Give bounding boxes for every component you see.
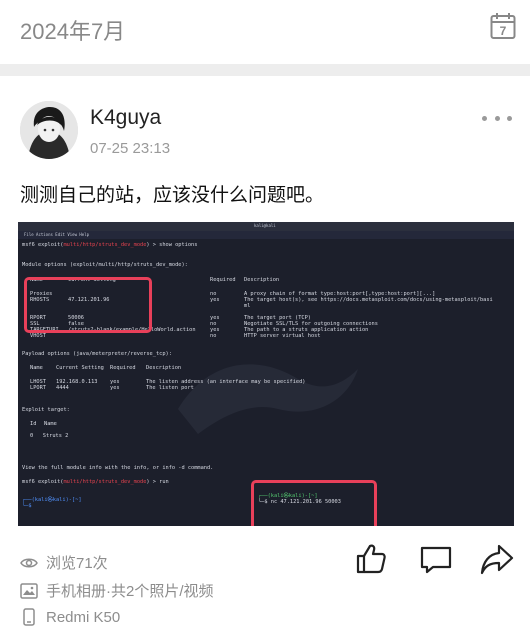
payload-col-description: Description (146, 365, 182, 371)
terminal-line-kali-prompt2: └─$ (22, 503, 32, 509)
terminal-menubar (18, 231, 514, 239)
more-options-button[interactable] (482, 112, 512, 124)
post-time: 07-25 23:13 (90, 140, 171, 157)
dot-icon (507, 115, 512, 121)
terminal-line-exploit-target: Exploit target: (22, 407, 70, 413)
row-vhost-desc: HTTP server virtual host (244, 333, 321, 339)
post-card: K4guya 07-25 23:13 测测自己的站，应该没什么问题吧。 kali… (0, 76, 530, 639)
row-vhost-required: no (210, 333, 217, 339)
like-icon[interactable] (354, 542, 388, 576)
row-lport-desc: The listen port (146, 385, 194, 391)
target-col-name: Name (44, 421, 57, 427)
col-required: Required (210, 277, 236, 283)
dot-icon (494, 115, 500, 121)
row-rhosts-required: yes (210, 297, 220, 303)
post-text: 测测自己的站，应该没什么问题吧。 (20, 184, 325, 206)
row-rhosts-desc: The target host(s), see https://docs.met… (244, 297, 493, 303)
device-text: Redmi K50 (46, 608, 121, 626)
terminal-window-title: kali@kali (254, 223, 276, 228)
month-header: 2024年7月 7 (0, 0, 530, 64)
kali-dragon-watermark (178, 364, 358, 434)
row-lport-value: 4444 (56, 385, 69, 391)
highlight-box-netcat (251, 480, 377, 526)
col-description: Description (244, 277, 280, 283)
target-row: 0 Struts 2 (30, 433, 69, 439)
row-lport-name: LPORT (30, 385, 46, 391)
calendar-day: 7 (500, 24, 507, 38)
month-title: 2024年7月 (20, 19, 126, 44)
comment-icon[interactable] (419, 542, 453, 576)
device-stat: Redmi K50 (20, 608, 120, 626)
payload-col-name: Name (30, 365, 43, 371)
author-name[interactable]: K4guya (90, 106, 161, 130)
payload-col-current: Current Setting (56, 365, 104, 371)
terminal-menu: File Actions Edit View Help (24, 232, 90, 237)
terminal-line-payload-header: Payload options (java/meterpreter/revers… (22, 351, 172, 357)
album-stat[interactable]: 手机相册·共2个照片/视频 (20, 580, 214, 601)
target-col-id: Id (30, 421, 37, 427)
avatar[interactable] (20, 101, 78, 159)
terminal-line-info: View the full module info with the info,… (22, 465, 214, 471)
dot-icon (482, 115, 487, 121)
image-icon (20, 582, 38, 599)
payload-col-required: Required (110, 365, 136, 371)
post-image[interactable]: kali@kali File Actions Edit View Help ms… (18, 222, 514, 526)
eye-icon (20, 558, 38, 567)
terminal-line-prompt1: msf6 exploit(multi/http/struts_dev_mode)… (22, 242, 198, 248)
row-rhosts-desc-wrap: ml (244, 303, 251, 309)
terminal-line-module-header: Module options (exploit/multi/http/strut… (22, 262, 188, 268)
share-icon[interactable] (480, 542, 514, 576)
views-text: 浏览71次 (46, 555, 108, 572)
row-vhost-name: VHOST (30, 333, 46, 339)
terminal-line-prompt2: msf6 exploit(multi/http/struts_dev_mode)… (22, 479, 169, 485)
album-text: 手机相册·共2个照片/视频 (46, 583, 214, 600)
row-lport-required: yes (110, 385, 120, 391)
phone-icon (23, 608, 35, 626)
calendar-icon[interactable]: 7 (490, 12, 516, 40)
avatar-image (20, 101, 78, 159)
highlight-box-options (24, 277, 152, 333)
views-stat: 浏览71次 (20, 552, 108, 573)
